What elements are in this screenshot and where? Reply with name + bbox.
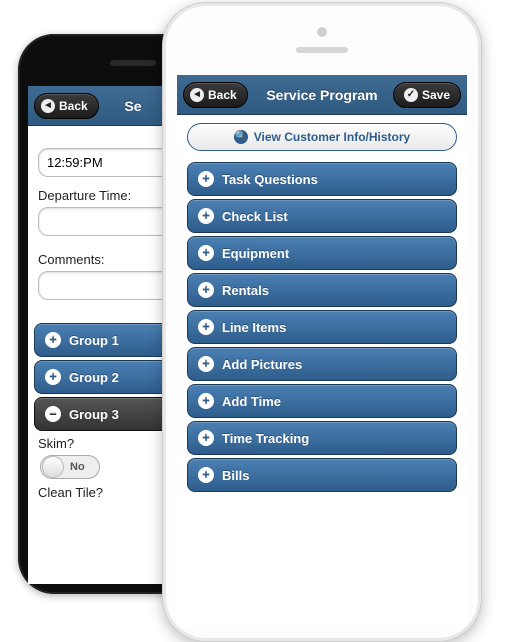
plus-icon: + [198,171,214,187]
menu-item-task-questions[interactable]: + Task Questions [187,162,457,196]
skim-toggle[interactable]: No [40,455,100,479]
menu-item-add-time[interactable]: + Add Time [187,384,457,418]
page-title: Se [124,98,141,114]
plus-icon: + [198,319,214,335]
speaker-slot [110,60,156,66]
back-arrow-icon: ◄ [190,88,204,102]
plus-icon: + [198,208,214,224]
back-arrow-icon: ◄ [41,99,55,113]
check-icon: ✓ [404,88,418,102]
toggle-value: No [70,461,85,473]
header-bar: ◄ Back Service Program ✓ Save [177,75,467,115]
plus-icon: + [198,356,214,372]
toggle-knob [42,456,64,478]
view-customer-label: View Customer Info/History [254,130,410,144]
back-label: Back [59,99,88,113]
page-title: Service Program [266,87,377,103]
plus-icon: + [45,332,61,348]
search-icon: 🔍 [234,130,248,144]
view-customer-button[interactable]: 🔍 View Customer Info/History [187,123,457,151]
menu-item-check-list[interactable]: + Check List [187,199,457,233]
white-phone-screen: ◄ Back Service Program ✓ Save 🔍 View Cus… [177,75,467,627]
speaker-slot [296,47,348,53]
phone-white-frame: ◄ Back Service Program ✓ Save 🔍 View Cus… [162,2,482,642]
menu-label: Rentals [222,283,269,298]
menu-item-time-tracking[interactable]: + Time Tracking [187,421,457,455]
plus-icon: + [198,282,214,298]
group-label: Group 2 [69,370,119,385]
save-label: Save [422,88,450,102]
menu-label: Add Pictures [222,357,302,372]
menu-label: Equipment [222,246,289,261]
menu-item-equipment[interactable]: + Equipment [187,236,457,270]
menu-item-bills[interactable]: + Bills [187,458,457,492]
camera-dot [317,27,327,37]
group-label: Group 3 [69,407,119,422]
plus-icon: + [198,245,214,261]
menu-label: Bills [222,468,249,483]
back-button[interactable]: ◄ Back [183,82,248,108]
menu-label: Time Tracking [222,431,309,446]
menu-label: Check List [222,209,288,224]
plus-icon: + [198,430,214,446]
back-label: Back [208,88,237,102]
minus-icon: – [45,406,61,422]
plus-icon: + [198,393,214,409]
menu-list: + Task Questions + Check List + Equipmen… [177,157,467,497]
menu-label: Task Questions [222,172,318,187]
plus-icon: + [198,467,214,483]
menu-label: Line Items [222,320,286,335]
back-button[interactable]: ◄ Back [34,93,99,119]
menu-item-add-pictures[interactable]: + Add Pictures [187,347,457,381]
group-label: Group 1 [69,333,119,348]
save-button[interactable]: ✓ Save [393,82,461,108]
menu-item-rentals[interactable]: + Rentals [187,273,457,307]
plus-icon: + [45,369,61,385]
menu-item-line-items[interactable]: + Line Items [187,310,457,344]
menu-label: Add Time [222,394,281,409]
